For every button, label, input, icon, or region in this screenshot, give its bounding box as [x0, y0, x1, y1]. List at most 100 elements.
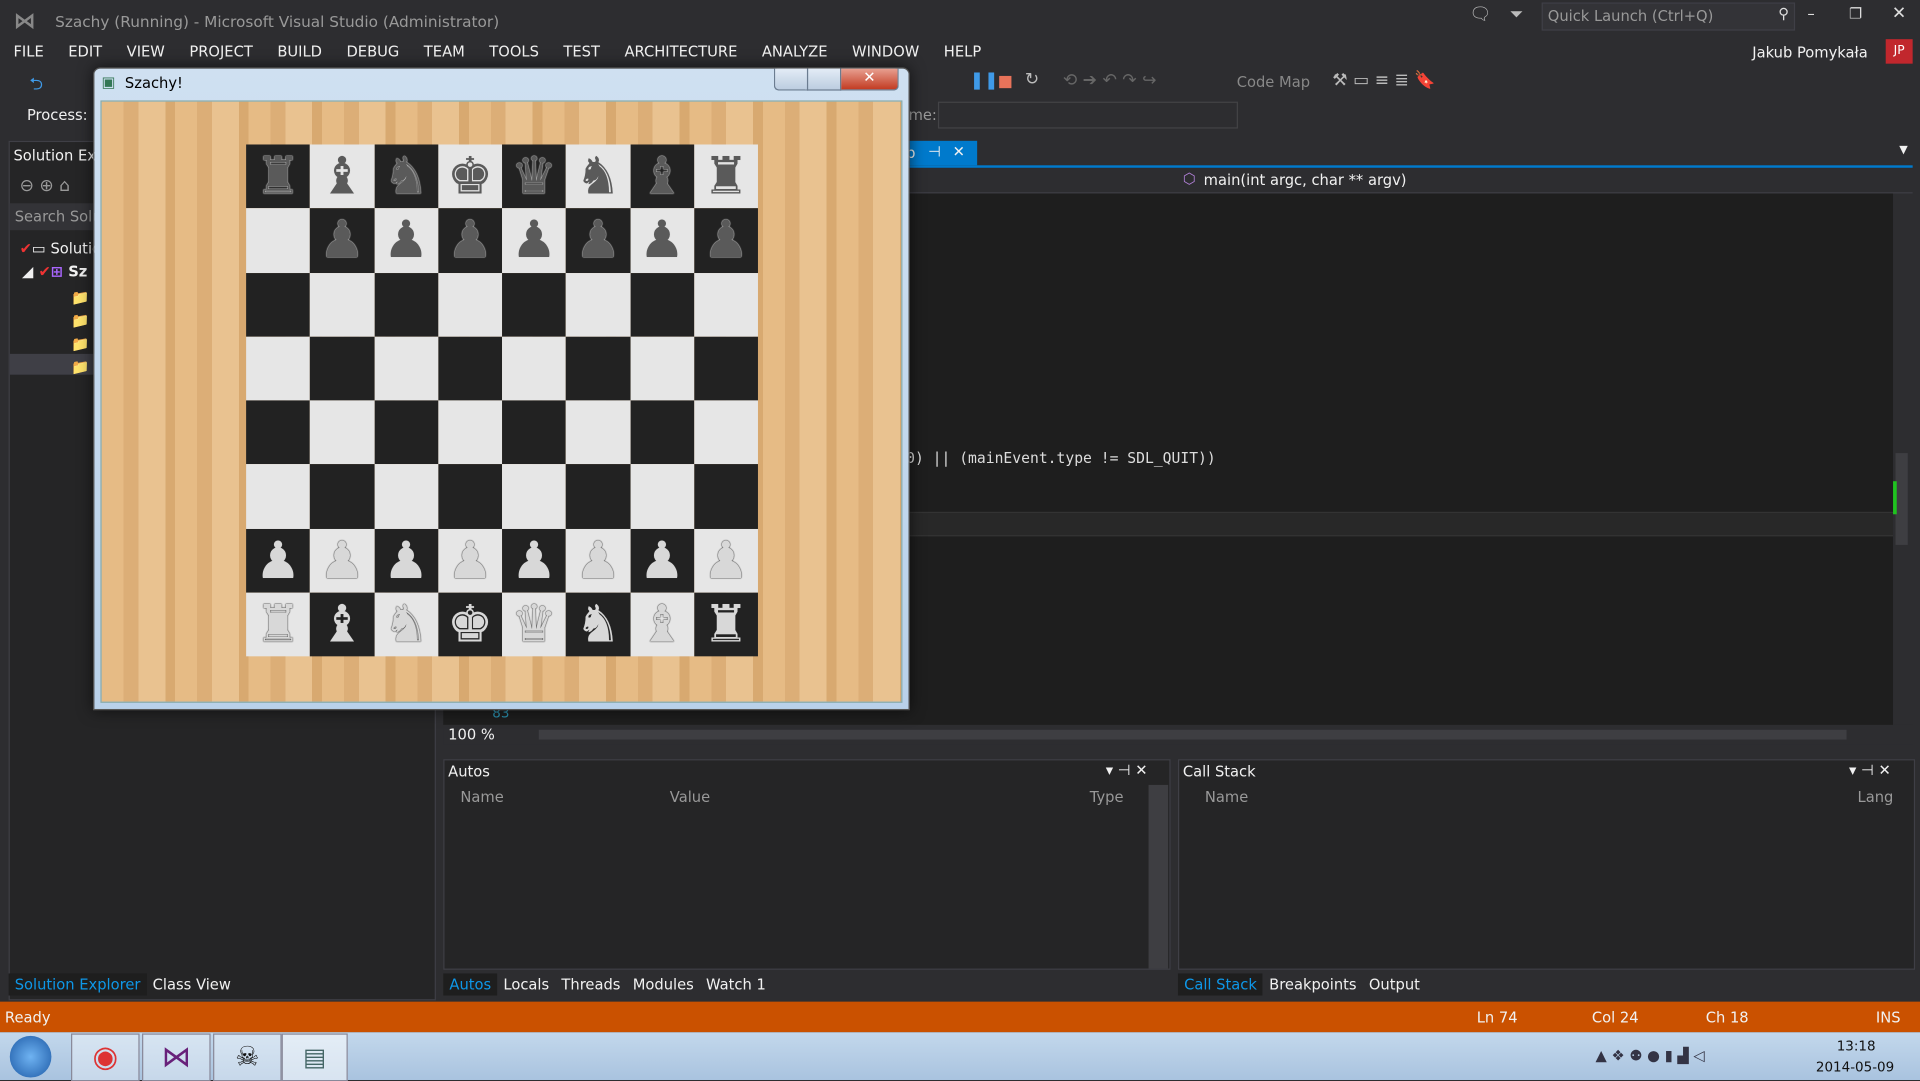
board-square[interactable]: ♟: [693, 208, 758, 273]
tab-watch1[interactable]: Watch 1: [700, 973, 772, 995]
column-name[interactable]: Name: [1205, 789, 1248, 806]
stack-frame-dropdown[interactable]: [937, 101, 1238, 129]
board-square[interactable]: [630, 336, 694, 401]
column-name[interactable]: Name: [460, 789, 503, 806]
board-square[interactable]: [693, 400, 758, 465]
board-square[interactable]: ♟: [374, 208, 439, 273]
white-knight-icon[interactable]: ♞: [575, 598, 621, 650]
menu-test[interactable]: TEST: [563, 43, 600, 60]
chess-maximize-button[interactable]: [806, 68, 842, 91]
black-rook-icon[interactable]: ♜: [255, 150, 301, 202]
start-orb-icon[interactable]: [9, 1035, 52, 1078]
board-square[interactable]: [310, 400, 375, 465]
panel-controls[interactable]: ▾ ⊣ ✕: [1106, 762, 1148, 779]
filter-icon[interactable]: ⏷: [1510, 5, 1524, 25]
board-square[interactable]: [630, 464, 694, 529]
board-square[interactable]: [438, 400, 503, 465]
toolbar-icons[interactable]: ⚒ ▭ ≡ ≣ 🔖: [1332, 71, 1435, 91]
chess-window[interactable]: ▣ Szachy! ✕ ♜ ♝ ♞ ♚ ♛ ♞ ♝ ♜ ♟ ♟ ♟ ♟ ♟ ♟ ♟ ♟ ♟ ♟ ♟ ♟ ♟ ♟ ♟ ♜ ♝ ♞ ♚ ♛…: [93, 67, 910, 711]
pin-icon[interactable]: ⊣: [928, 143, 941, 160]
board-square[interactable]: [438, 336, 503, 401]
board-square[interactable]: ♝: [630, 144, 694, 209]
board-square[interactable]: [310, 272, 375, 337]
zoom-dropdown[interactable]: 100 %: [448, 726, 495, 743]
board-square[interactable]: ♞: [566, 592, 631, 657]
stop-icon[interactable]: [999, 75, 1012, 89]
editor-vertical-scrollbar[interactable]: [1893, 193, 1913, 725]
menu-architecture[interactable]: ARCHITECTURE: [624, 43, 737, 60]
white-pawn-icon[interactable]: ♟: [703, 534, 749, 586]
board-square[interactable]: ♜: [693, 592, 758, 657]
avatar[interactable]: JP: [1885, 39, 1913, 64]
white-bishop-icon[interactable]: ♝: [639, 598, 685, 650]
black-pawn-icon[interactable]: ♟: [447, 214, 493, 266]
white-pawn-icon[interactable]: ♟: [383, 534, 429, 586]
board-square[interactable]: [566, 400, 631, 465]
board-square[interactable]: ♝: [310, 144, 375, 209]
board-square[interactable]: ♟: [502, 528, 567, 593]
board-square[interactable]: [246, 336, 311, 401]
black-pawn-icon[interactable]: ♟: [703, 214, 749, 266]
minimize-button[interactable]: –: [1807, 5, 1814, 22]
back-icon[interactable]: ⮌: [29, 71, 43, 100]
menu-edit[interactable]: EDIT: [68, 43, 102, 60]
menu-build[interactable]: BUILD: [277, 43, 322, 60]
white-pawn-icon[interactable]: ♟: [319, 534, 365, 586]
board-square[interactable]: [438, 272, 503, 337]
tab-dropdown-icon[interactable]: ▼: [1899, 144, 1907, 156]
menu-view[interactable]: VIEW: [127, 43, 165, 60]
board-square[interactable]: [502, 336, 567, 401]
tab-threads[interactable]: Threads: [555, 973, 626, 995]
board-square[interactable]: [693, 272, 758, 337]
code-map-button[interactable]: Code Map: [1237, 73, 1310, 90]
white-pawn-icon[interactable]: ♟: [639, 534, 685, 586]
board-square[interactable]: [438, 464, 503, 529]
member-dropdown[interactable]: main(int argc, char ** argv): [1204, 171, 1407, 188]
szachy-window-icon[interactable]: ▤: [281, 1033, 348, 1081]
menu-tools[interactable]: TOOLS: [489, 43, 539, 60]
board-square[interactable]: [630, 400, 694, 465]
black-pawn-icon[interactable]: ♟: [511, 214, 557, 266]
black-bishop-icon[interactable]: ♝: [639, 150, 685, 202]
board-square[interactable]: [310, 464, 375, 529]
tab-locals[interactable]: Locals: [497, 973, 555, 995]
menu-debug[interactable]: DEBUG: [346, 43, 399, 60]
column-value[interactable]: Value: [670, 789, 710, 806]
board-square[interactable]: [246, 272, 311, 337]
chess-board[interactable]: ♜ ♝ ♞ ♚ ♛ ♞ ♝ ♜ ♟ ♟ ♟ ♟ ♟ ♟ ♟ ♟ ♟ ♟ ♟ ♟ ♟ ♟ ♟ ♜ ♝ ♞ ♚ ♛ ♞ ♝ ♜: [246, 144, 758, 657]
tree-item-solution[interactable]: ✔▭ Solutio: [20, 240, 101, 257]
board-square[interactable]: [566, 464, 631, 529]
menu-analyze[interactable]: ANALYZE: [762, 43, 828, 60]
board-square[interactable]: ♜: [246, 592, 311, 657]
board-square[interactable]: ♜: [693, 144, 758, 209]
board-square[interactable]: ♚: [438, 144, 503, 209]
white-queen-icon[interactable]: ♛: [511, 598, 557, 650]
restart-icon[interactable]: ↻: [1025, 70, 1039, 90]
board-square[interactable]: [374, 272, 439, 337]
board-square[interactable]: ♟: [566, 528, 631, 593]
tree-item-project[interactable]: ◢ ✔⊞ Sz: [22, 263, 87, 280]
tab-solution-explorer[interactable]: Solution Explorer: [8, 973, 147, 996]
black-bishop-icon[interactable]: ♝: [319, 150, 365, 202]
board-square[interactable]: [502, 400, 567, 465]
tab-modules[interactable]: Modules: [627, 973, 700, 995]
board-square[interactable]: ♝: [310, 592, 375, 657]
board-square[interactable]: ♚: [438, 592, 503, 657]
board-square[interactable]: ♟: [630, 528, 694, 593]
board-square[interactable]: ♟: [693, 528, 758, 593]
tab-output[interactable]: Output: [1363, 973, 1426, 995]
column-lang[interactable]: Lang: [1858, 789, 1894, 806]
white-pawn-icon[interactable]: ♟: [511, 534, 557, 586]
board-square[interactable]: [374, 336, 439, 401]
board-square[interactable]: ♞: [374, 592, 439, 657]
quick-launch-input[interactable]: Quick Launch (Ctrl+Q) ⚲: [1541, 2, 1796, 31]
clock-date[interactable]: 2014-05-09: [1816, 1059, 1894, 1075]
white-pawn-icon[interactable]: ♟: [255, 534, 301, 586]
board-square[interactable]: ♟: [438, 208, 503, 273]
black-pawn-icon[interactable]: ♟: [383, 214, 429, 266]
board-square[interactable]: [502, 464, 567, 529]
column-type[interactable]: Type: [1090, 789, 1124, 806]
board-square[interactable]: [246, 208, 311, 273]
visual-studio-icon[interactable]: ⋈: [142, 1033, 211, 1081]
white-bishop-icon[interactable]: ♝: [319, 598, 365, 650]
